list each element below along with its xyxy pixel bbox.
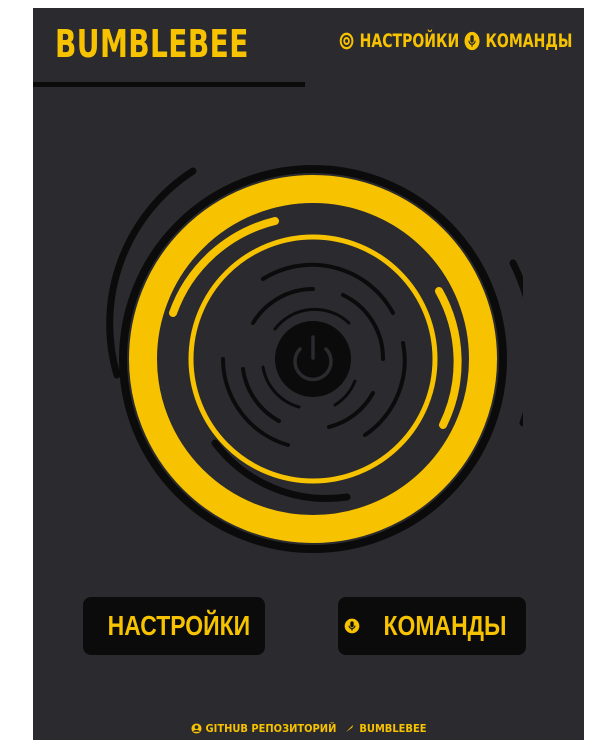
github-link-label: GITHUB РЕПОЗИТОРИЙ [205, 722, 337, 735]
nav-commands-label: КОМАНДЫ [485, 30, 572, 52]
settings-button-label: НАСТРОЙКИ [107, 610, 251, 641]
settings-button[interactable]: НАСТРОЙКИ [83, 597, 265, 655]
app-title: BUMBLEBEE [55, 22, 249, 66]
project-link[interactable]: BUMBLEBEE [344, 722, 426, 735]
power-button[interactable] [275, 321, 351, 397]
nav-commands-link[interactable]: КОМАНДЫ [464, 30, 572, 52]
microphone-icon [464, 31, 480, 51]
user-circle-icon [190, 723, 202, 734]
voice-orb [106, 165, 523, 553]
github-link[interactable]: GITHUB РЕПОЗИТОРИЙ [190, 722, 337, 735]
nav-settings-link[interactable]: НАСТРОЙКИ [338, 30, 459, 52]
commands-button-label: КОМАНДЫ [383, 610, 507, 641]
gear-icon [339, 32, 354, 50]
nav-settings-label: НАСТРОЙКИ [359, 30, 459, 52]
app-window: BUMBLEBEE НАСТРОЙКИ КОМАНДЫ НАСТРОЙКИ КО… [33, 8, 584, 740]
top-nav: НАСТРОЙКИ КОМАНДЫ [338, 30, 572, 52]
footer: GITHUB РЕПОЗИТОРИЙ BUMBLEBEE [33, 722, 584, 735]
commands-button[interactable]: КОМАНДЫ [338, 597, 526, 655]
microphone-icon [344, 618, 360, 634]
project-link-label: BUMBLEBEE [359, 722, 427, 735]
bee-icon [346, 724, 354, 733]
title-underline [33, 82, 305, 87]
